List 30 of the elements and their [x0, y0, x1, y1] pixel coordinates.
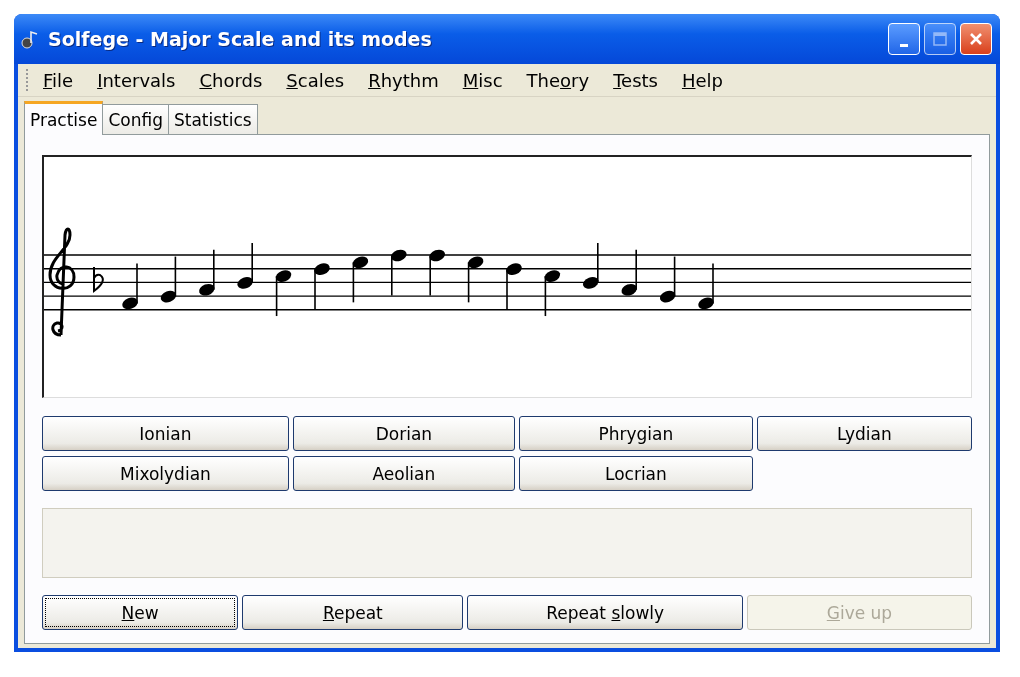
mode-button[interactable]: Ionian [42, 416, 289, 451]
menu-item[interactable]: Help [681, 69, 723, 91]
window-title: Solfege - Major Scale and its modes [48, 28, 433, 50]
action-button[interactable]: Repeat slowly [467, 595, 743, 630]
music-note-icon [20, 29, 40, 49]
action-button[interactable]: New [42, 595, 239, 630]
tab[interactable]: Statistics [167, 104, 258, 134]
menu-item[interactable]: Tests [613, 69, 658, 91]
menu-item[interactable]: Intervals [97, 69, 176, 91]
menu-item[interactable]: Scales [286, 69, 345, 91]
minimize-button[interactable] [888, 23, 920, 55]
minimize-icon [900, 43, 908, 47]
mode-button[interactable]: Lydian [756, 416, 972, 451]
tab[interactable]: Practise [24, 101, 104, 135]
maximize-button[interactable] [924, 23, 956, 55]
close-icon [969, 32, 983, 46]
menu-item[interactable]: Chords [199, 69, 263, 91]
mode-button[interactable]: Phrygian [518, 416, 753, 451]
mode-button[interactable]: Dorian [292, 416, 515, 451]
maximize-icon [933, 32, 947, 46]
mode-button[interactable]: Mixolydian [42, 456, 289, 491]
action-button[interactable]: Repeat [242, 595, 464, 630]
menu-item[interactable]: Rhythm [368, 69, 439, 91]
menu-item[interactable]: Misc [462, 69, 503, 91]
mode-button[interactable]: Locrian [518, 456, 753, 491]
close-button[interactable] [960, 23, 992, 55]
mode-button[interactable]: Aeolian [292, 456, 515, 491]
menu-item[interactable]: File [43, 69, 74, 91]
menu-item[interactable]: Theory [526, 69, 590, 91]
tab[interactable]: Config [102, 104, 169, 134]
